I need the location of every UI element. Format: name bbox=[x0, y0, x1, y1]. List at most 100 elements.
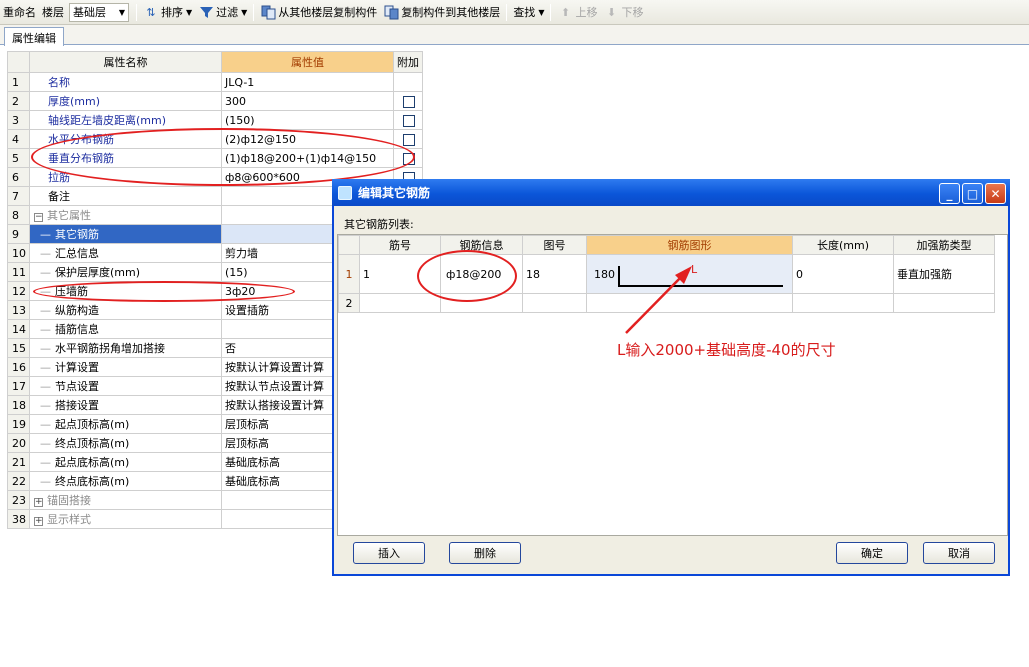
tree-connector: — bbox=[33, 247, 51, 260]
property-name-cell[interactable]: 垂直分布钢筋 bbox=[29, 148, 222, 168]
header-extra[interactable]: 附加 bbox=[393, 51, 423, 73]
copy-to-floor-button[interactable]: 复制构件到其他楼层 bbox=[380, 2, 503, 23]
length-cell[interactable] bbox=[792, 293, 894, 313]
delete-label: 删除 bbox=[474, 547, 496, 560]
header-property-value[interactable]: 属性值 bbox=[221, 51, 394, 73]
row-number: 14 bbox=[7, 319, 30, 339]
strengthen-type-cell[interactable]: 垂直加强筋 bbox=[893, 254, 995, 294]
property-name-cell[interactable]: — 搭接设置 bbox=[29, 395, 222, 415]
property-value-cell[interactable]: 300 bbox=[221, 91, 394, 111]
row-number: 8 bbox=[7, 205, 30, 225]
property-name-cell[interactable]: 轴线距左墙皮距离(mm) bbox=[29, 110, 222, 130]
property-name-cell[interactable]: — 节点设置 bbox=[29, 376, 222, 396]
expand-icon[interactable]: + bbox=[34, 498, 43, 507]
minimize-icon: _ bbox=[946, 186, 953, 201]
header-bar-info[interactable]: 钢筋信息 bbox=[440, 235, 523, 255]
find-button[interactable]: 查找 ▼ bbox=[510, 2, 547, 23]
fig-no-cell[interactable]: 18 bbox=[522, 254, 587, 294]
rebar-header-row: 筋号 钢筋信息 图号 钢筋图形 长度(mm) 加强筋类型 bbox=[338, 235, 995, 255]
property-name-cell[interactable]: − 其它属性 bbox=[29, 205, 222, 225]
filter-icon bbox=[198, 4, 214, 20]
header-length[interactable]: 长度(mm) bbox=[792, 235, 894, 255]
property-name-cell[interactable]: 名称 bbox=[29, 72, 222, 92]
property-name: 垂直分布钢筋 bbox=[48, 152, 114, 165]
tree-connector: — bbox=[33, 418, 51, 431]
property-value-cell[interactable]: (1)ф18@200+(1)ф14@150 bbox=[221, 148, 394, 168]
bar-info-cell[interactable] bbox=[440, 293, 523, 313]
property-name-cell[interactable]: — 起点顶标高(m) bbox=[29, 414, 222, 434]
row-number: 11 bbox=[7, 262, 30, 282]
close-button[interactable]: ✕ bbox=[985, 183, 1006, 204]
property-value-cell[interactable]: (2)ф12@150 bbox=[221, 129, 394, 149]
header-bar-shape[interactable]: 钢筋图形 bbox=[586, 235, 793, 255]
property-name-cell[interactable]: — 终点顶标高(m) bbox=[29, 433, 222, 453]
expand-icon[interactable]: + bbox=[34, 517, 43, 526]
fig-no-cell[interactable] bbox=[522, 293, 587, 313]
property-name-cell[interactable]: — 计算设置 bbox=[29, 357, 222, 377]
bar-no-cell[interactable]: 1 bbox=[359, 254, 441, 294]
table-row[interactable]: 4 水平分布钢筋 (2)ф12@150 bbox=[7, 129, 423, 149]
property-name-cell[interactable]: 水平分布钢筋 bbox=[29, 129, 222, 149]
property-name-cell[interactable]: — 汇总信息 bbox=[29, 243, 222, 263]
floor-select[interactable]: 基础层 ▼ bbox=[69, 2, 129, 22]
length-cell[interactable]: 0 bbox=[792, 254, 894, 294]
bar-no-cell[interactable] bbox=[359, 293, 441, 313]
property-name-cell[interactable]: — 保护层厚度(mm) bbox=[29, 262, 222, 282]
property-value-cell[interactable]: JLQ-1 bbox=[221, 72, 394, 92]
dialog-title-bar[interactable]: 编辑其它钢筋 _ □ ✕ bbox=[332, 179, 1010, 206]
extra-checkbox[interactable] bbox=[403, 133, 415, 146]
property-name-cell[interactable]: — 水平钢筋拐角增加搭接 bbox=[29, 338, 222, 358]
maximize-button[interactable]: □ bbox=[962, 183, 983, 204]
table-row[interactable]: 2 厚度(mm) 300 bbox=[7, 91, 423, 111]
ok-button[interactable]: 确定 bbox=[836, 542, 908, 564]
move-up-button[interactable]: ⬆ 上移 bbox=[554, 2, 600, 23]
property-name-cell[interactable]: + 锚固搭接 bbox=[29, 490, 222, 510]
property-name: 终点底标高(m) bbox=[55, 475, 130, 488]
table-row[interactable]: 5 垂直分布钢筋 (1)ф18@200+(1)ф14@150 bbox=[7, 148, 423, 168]
property-name-cell[interactable]: — 压墙筋 bbox=[29, 281, 222, 301]
copy-from-floor-button[interactable]: 从其他楼层复制构件 bbox=[257, 2, 380, 23]
delete-button[interactable]: 删除 bbox=[449, 542, 521, 564]
copy-from-icon bbox=[260, 4, 276, 20]
app-icon bbox=[338, 185, 352, 200]
property-name-cell[interactable]: 拉筋 bbox=[29, 167, 222, 187]
tab-property-edit[interactable]: 属性编辑 bbox=[4, 27, 64, 46]
move-down-label: 下移 bbox=[621, 6, 644, 19]
move-up-label: 上移 bbox=[575, 6, 598, 19]
property-name-cell[interactable]: — 起点底标高(m) bbox=[29, 452, 222, 472]
strengthen-type-cell[interactable] bbox=[893, 293, 995, 313]
header-bar-no[interactable]: 筋号 bbox=[359, 235, 441, 255]
property-value-cell[interactable]: (150) bbox=[221, 110, 394, 130]
extra-checkbox[interactable] bbox=[403, 152, 415, 165]
filter-button[interactable]: 过滤 ▼ bbox=[195, 2, 250, 23]
minimize-button[interactable]: _ bbox=[939, 183, 960, 204]
row-number: 12 bbox=[7, 281, 30, 301]
toolbar: 重命名 楼层 基础层 ▼ ⇅ 排序 ▼ 过滤 ▼ 从其他楼层复制构件 复制构件到… bbox=[0, 0, 1029, 25]
property-name: 轴线距左墙皮距离(mm) bbox=[48, 114, 167, 127]
property-name-cell[interactable]: 备注 bbox=[29, 186, 222, 206]
rename-button[interactable]: 重命名 bbox=[0, 2, 39, 23]
collapse-icon[interactable]: − bbox=[34, 213, 43, 222]
property-name-cell[interactable]: — 插筋信息 bbox=[29, 319, 222, 339]
table-row[interactable]: 1 名称 JLQ-1 bbox=[7, 72, 423, 92]
property-name-cell[interactable]: — 其它钢筋 bbox=[29, 224, 222, 244]
extra-checkbox[interactable] bbox=[403, 114, 415, 127]
sort-button[interactable]: ⇅ 排序 ▼ bbox=[140, 2, 195, 23]
header-strengthen-type[interactable]: 加强筋类型 bbox=[893, 235, 995, 255]
tree-connector: — bbox=[33, 456, 51, 469]
property-name-cell[interactable]: 厚度(mm) bbox=[29, 91, 222, 111]
row-number: 9 bbox=[7, 224, 30, 244]
property-name-cell[interactable]: — 终点底标高(m) bbox=[29, 471, 222, 491]
move-down-button[interactable]: ⬇ 下移 bbox=[600, 2, 646, 23]
insert-button[interactable]: 插入 bbox=[353, 542, 425, 564]
extra-cell bbox=[393, 72, 423, 92]
tree-connector: — bbox=[33, 323, 51, 336]
cancel-button[interactable]: 取消 bbox=[923, 542, 995, 564]
header-property-name[interactable]: 属性名称 bbox=[29, 51, 222, 73]
property-name-cell[interactable]: + 显示样式 bbox=[29, 509, 222, 529]
property-name-cell[interactable]: — 纵筋构造 bbox=[29, 300, 222, 320]
header-fig-no[interactable]: 图号 bbox=[522, 235, 587, 255]
table-row[interactable]: 3 轴线距左墙皮距离(mm) (150) bbox=[7, 110, 423, 130]
bar-info-cell[interactable]: ф18@200 bbox=[440, 254, 523, 294]
extra-checkbox[interactable] bbox=[403, 95, 415, 108]
